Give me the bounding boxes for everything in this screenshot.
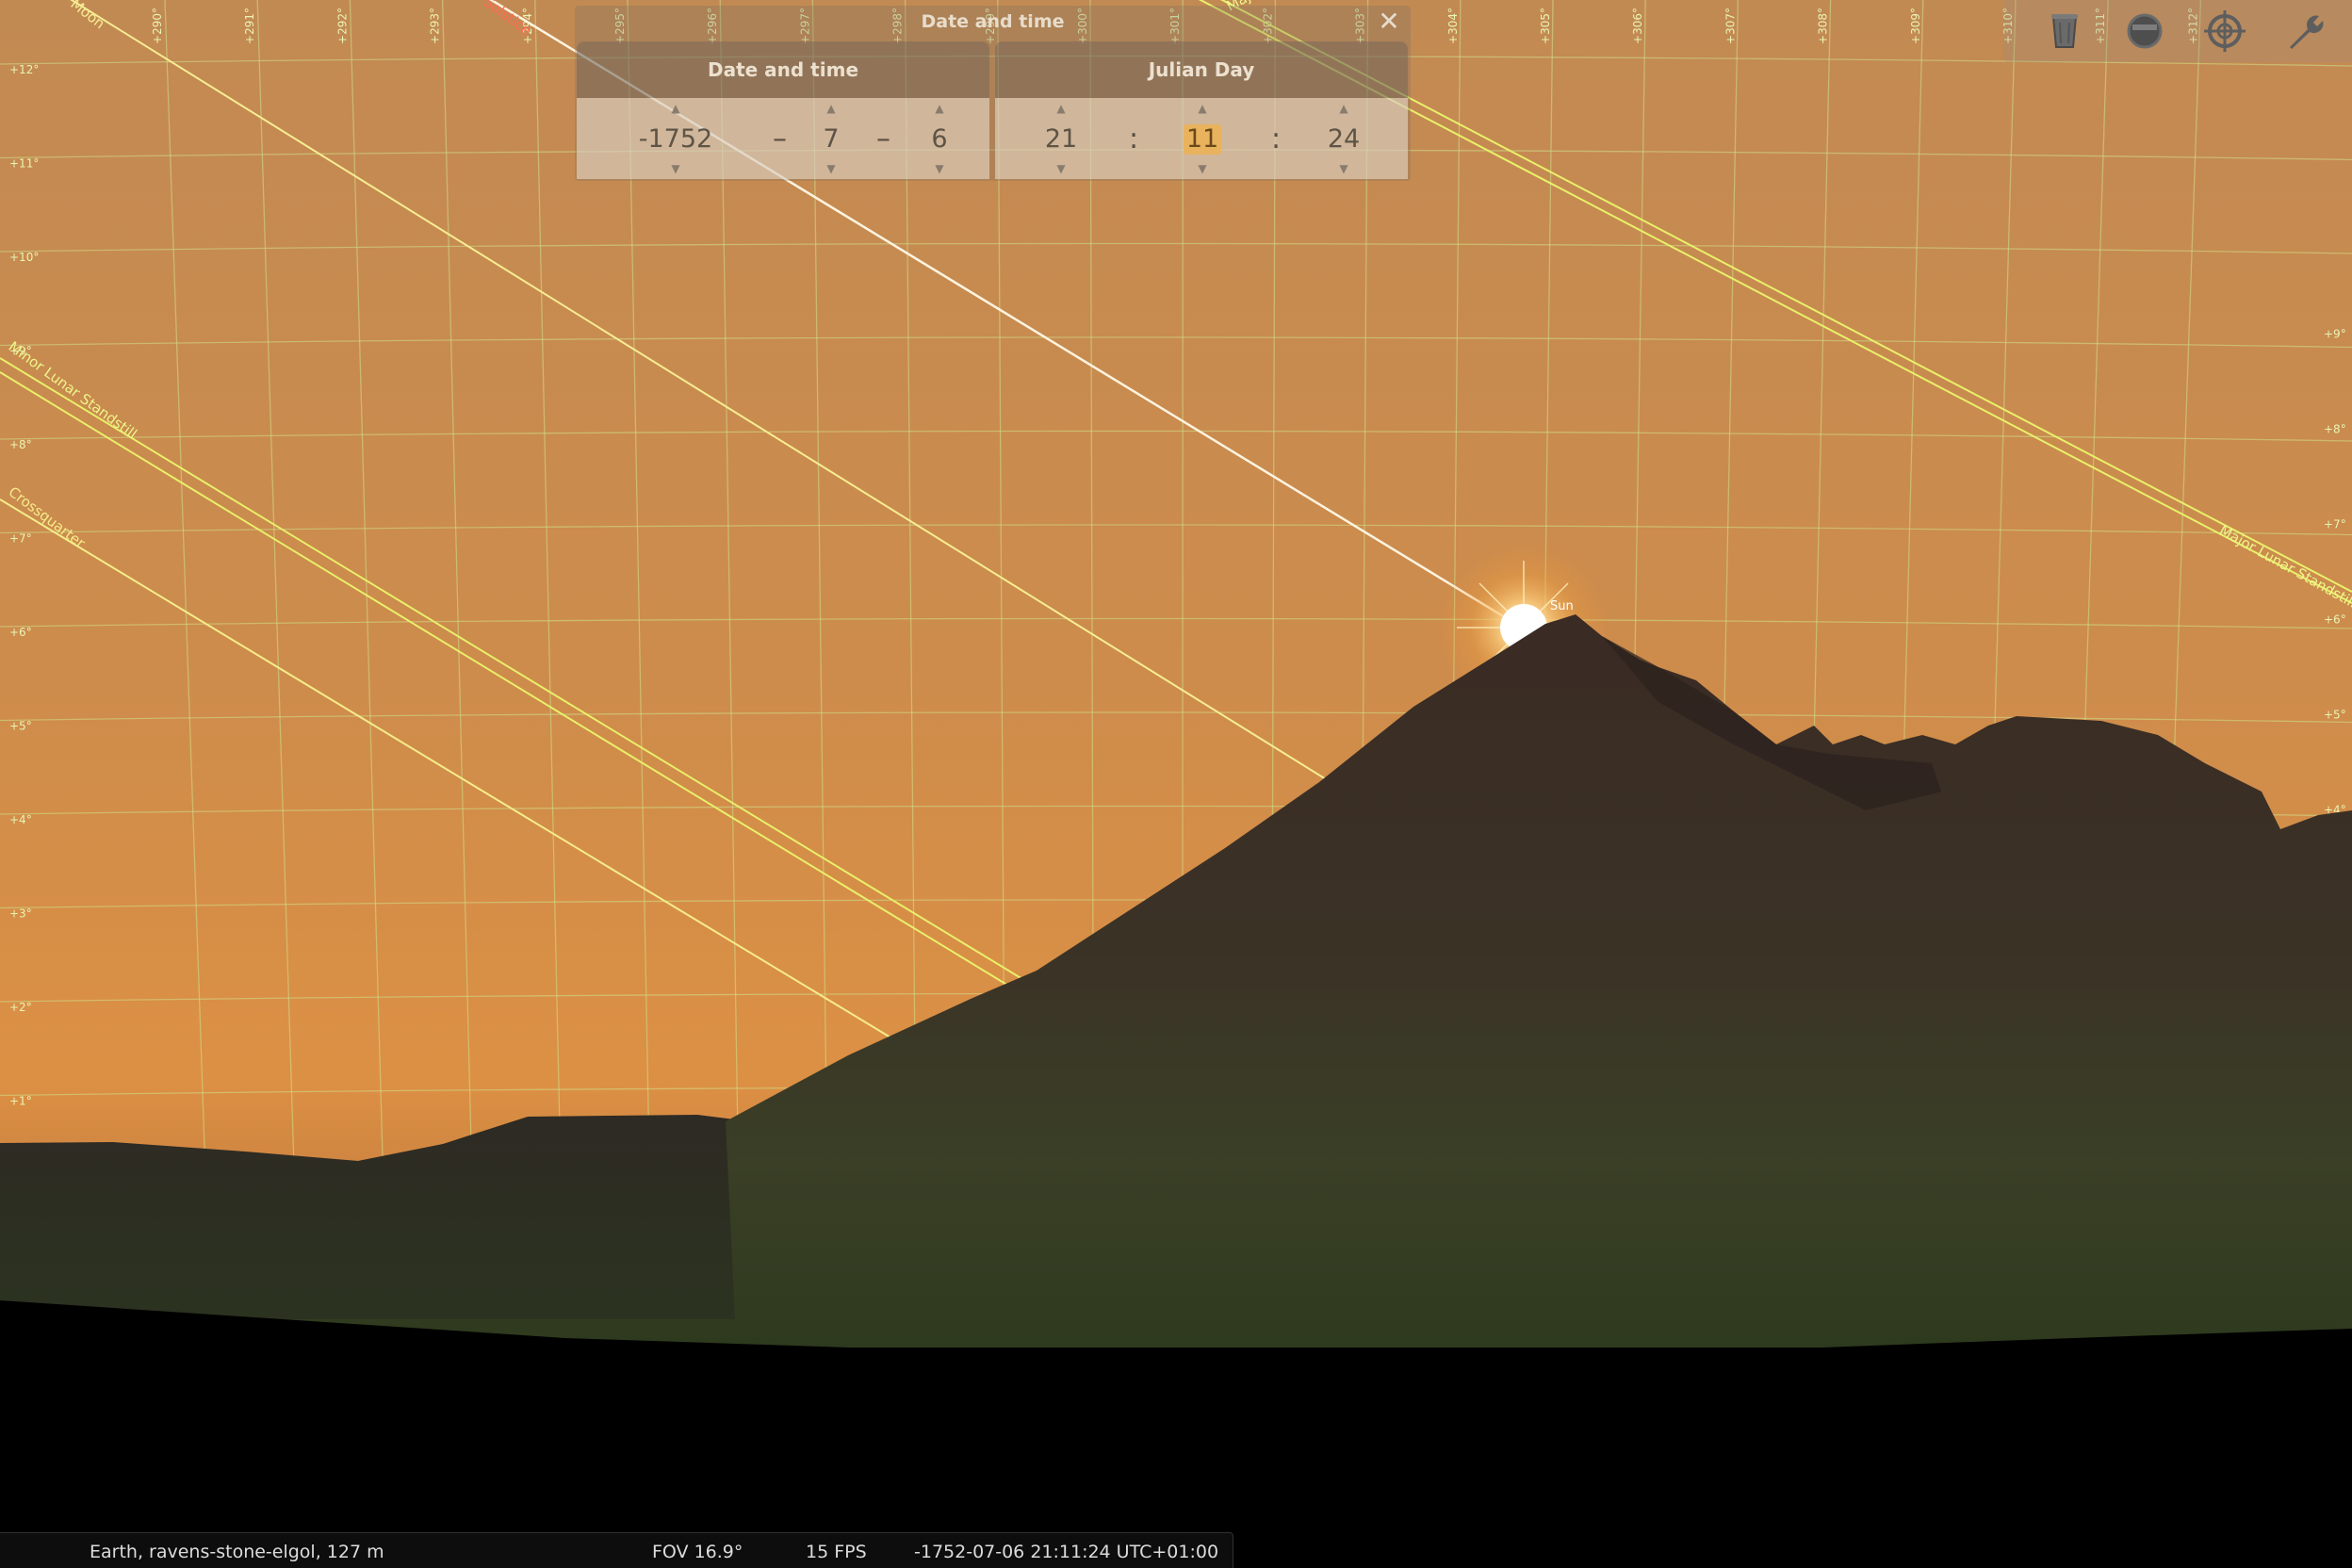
dialog-titlebar[interactable]: Date and time ✕: [575, 6, 1411, 41]
top-right-toolbar: [2003, 0, 2352, 62]
tab-date-and-time-label: Date and time: [707, 58, 859, 81]
tab-julian-day-label: Julian Day: [1148, 58, 1255, 81]
hour-spinbox[interactable]: ▲ 21 ▼: [1033, 98, 1089, 179]
left-hills: [0, 1115, 744, 1319]
tab-date-and-time[interactable]: Date and time: [577, 41, 989, 98]
time-panel: ▲ 21 ▼ : ▲ 11 ▼ : ▲ 24 ▼: [995, 98, 1408, 179]
minute-down-arrow-icon[interactable]: ▼: [1174, 162, 1231, 175]
day-down-arrow-icon[interactable]: ▼: [916, 162, 963, 175]
day-spinbox[interactable]: ▲ 6 ▼: [916, 98, 963, 179]
month-spinbox[interactable]: ▲ 7 ▼: [808, 98, 855, 179]
second-spinbox[interactable]: ▲ 24 ▼: [1315, 98, 1372, 179]
second-up-arrow-icon[interactable]: ▲: [1315, 102, 1372, 115]
year-down-arrow-icon[interactable]: ▼: [624, 162, 727, 175]
year-value[interactable]: -1752: [624, 124, 727, 155]
wrench-icon[interactable]: [2281, 8, 2328, 55]
fov-text: FOV 16.9°: [652, 1542, 743, 1562]
tab-julian-day[interactable]: Julian Day: [995, 41, 1408, 98]
year-spinbox[interactable]: ▲ -1752 ▼: [624, 98, 727, 179]
datetime-text: -1752-07-06 21:11:24 UTC+01:00: [914, 1542, 1219, 1562]
hour-value[interactable]: 21: [1033, 124, 1089, 155]
minute-up-arrow-icon[interactable]: ▲: [1174, 102, 1231, 115]
year-up-arrow-icon[interactable]: ▲: [624, 102, 727, 115]
day-up-arrow-icon[interactable]: ▲: [916, 102, 963, 115]
date-time-dialog[interactable]: Date and time ✕ Date and time Julian Day…: [575, 6, 1411, 181]
hour-up-arrow-icon[interactable]: ▲: [1033, 102, 1089, 115]
dialog-title: Date and time: [921, 11, 1065, 32]
close-icon[interactable]: ✕: [1375, 8, 1403, 36]
day-value[interactable]: 6: [916, 124, 963, 155]
time-separator: :: [1271, 122, 1282, 155]
trash-icon[interactable]: [2041, 8, 2088, 55]
time-separator: :: [1129, 122, 1139, 155]
month-value[interactable]: 7: [808, 124, 855, 155]
month-up-arrow-icon[interactable]: ▲: [808, 102, 855, 115]
landscape: [0, 614, 2352, 1568]
minute-value[interactable]: 11: [1184, 124, 1221, 155]
target-icon[interactable]: [2201, 8, 2248, 55]
date-separator: –: [876, 122, 890, 155]
second-value[interactable]: 24: [1315, 124, 1372, 155]
fps-text: 15 FPS: [806, 1542, 867, 1562]
month-down-arrow-icon[interactable]: ▼: [808, 162, 855, 175]
window-icon[interactable]: [2121, 8, 2168, 55]
date-separator: –: [773, 122, 787, 155]
location-text: Earth, ravens-stone-elgol, 127 m: [90, 1542, 384, 1562]
minute-spinbox[interactable]: ▲ 11 ▼: [1174, 98, 1231, 179]
date-panel: ▲ -1752 ▼ – ▲ 7 ▼ – ▲ 6 ▼: [577, 98, 989, 179]
hour-down-arrow-icon[interactable]: ▼: [1033, 162, 1089, 175]
planetarium-view[interactable]: +12° +11° +10° +9° +9° +8° +8° +7° +7° +6° +6° +5° +…: [0, 0, 2352, 1568]
status-bar: Earth, ravens-stone-elgol, 127 m FOV 16.…: [0, 1532, 1233, 1568]
second-down-arrow-icon[interactable]: ▼: [1315, 162, 1372, 175]
